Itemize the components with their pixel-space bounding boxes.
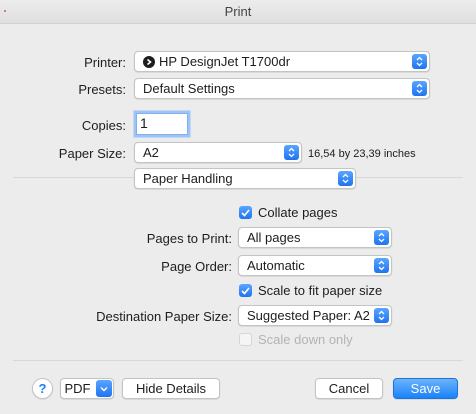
paper-size-popup[interactable]: A2: [134, 142, 302, 163]
close-window-marker[interactable]: [4, 10, 6, 12]
chevron-updown-icon: [412, 54, 427, 69]
panel-selector-value: Paper Handling: [143, 171, 233, 186]
chevron-updown-icon: [374, 308, 389, 323]
save-button[interactable]: Save: [393, 378, 458, 399]
pages-to-print-label: Pages to Print:: [146, 231, 232, 246]
scale-down-only-checkbox: Scale down only: [239, 332, 353, 347]
checkbox-empty-icon: [239, 333, 252, 346]
chevron-updown-icon: [374, 230, 389, 245]
scale-to-fit-checkbox[interactable]: Scale to fit paper size: [239, 283, 382, 298]
chevron-updown-icon: [284, 145, 299, 160]
printer-popup[interactable]: HP DesignJet T1700dr: [134, 51, 430, 72]
scale-to-fit-label: Scale to fit paper size: [258, 283, 383, 298]
collate-label: Collate pages: [258, 205, 338, 220]
destination-paper-size-popup[interactable]: Suggested Paper: A2: [238, 305, 392, 326]
checkmark-icon: [239, 284, 252, 297]
paper-size-label: Paper Size:: [58, 146, 126, 161]
chevron-updown-icon: [338, 171, 353, 186]
pdf-label: PDF: [64, 381, 91, 396]
chevron-updown-icon: [374, 258, 389, 273]
printer-value: HP DesignJet T1700dr: [159, 54, 291, 69]
divider: [13, 360, 463, 361]
page-order-popup[interactable]: Automatic: [238, 255, 392, 276]
window-title: Print: [224, 4, 252, 19]
pdf-menu-button[interactable]: PDF: [60, 378, 114, 399]
hide-details-button[interactable]: Hide Details: [122, 378, 220, 399]
paper-size-value: A2: [143, 145, 159, 160]
presets-label: Presets:: [78, 82, 126, 97]
destination-paper-size-value: Suggested Paper: A2: [247, 308, 370, 323]
printer-label: Printer:: [84, 55, 126, 70]
page-order-label: Page Order:: [161, 259, 232, 274]
help-button[interactable]: ?: [32, 378, 53, 399]
pages-to-print-popup[interactable]: All pages: [238, 227, 392, 248]
printer-status-icon: [143, 55, 155, 68]
cancel-button[interactable]: Cancel: [315, 378, 383, 399]
panel-selector-popup[interactable]: Paper Handling: [134, 168, 356, 189]
paper-dimensions: 16,54 by 23,39 inches: [308, 148, 416, 160]
scale-down-only-label: Scale down only: [258, 332, 353, 347]
collate-checkbox[interactable]: Collate pages: [239, 205, 338, 220]
presets-value: Default Settings: [143, 81, 235, 96]
checkmark-icon: [239, 206, 252, 219]
chevron-updown-icon: [412, 81, 427, 96]
chevron-down-icon: [96, 380, 112, 397]
page-order-value: Automatic: [247, 258, 305, 273]
title-bar: Print: [0, 0, 476, 24]
pages-to-print-value: All pages: [247, 230, 301, 245]
destination-paper-size-label: Destination Paper Size:: [96, 309, 232, 324]
copies-label: Copies:: [81, 118, 126, 133]
copies-field[interactable]: 1: [136, 113, 188, 135]
presets-popup[interactable]: Default Settings: [134, 78, 430, 99]
